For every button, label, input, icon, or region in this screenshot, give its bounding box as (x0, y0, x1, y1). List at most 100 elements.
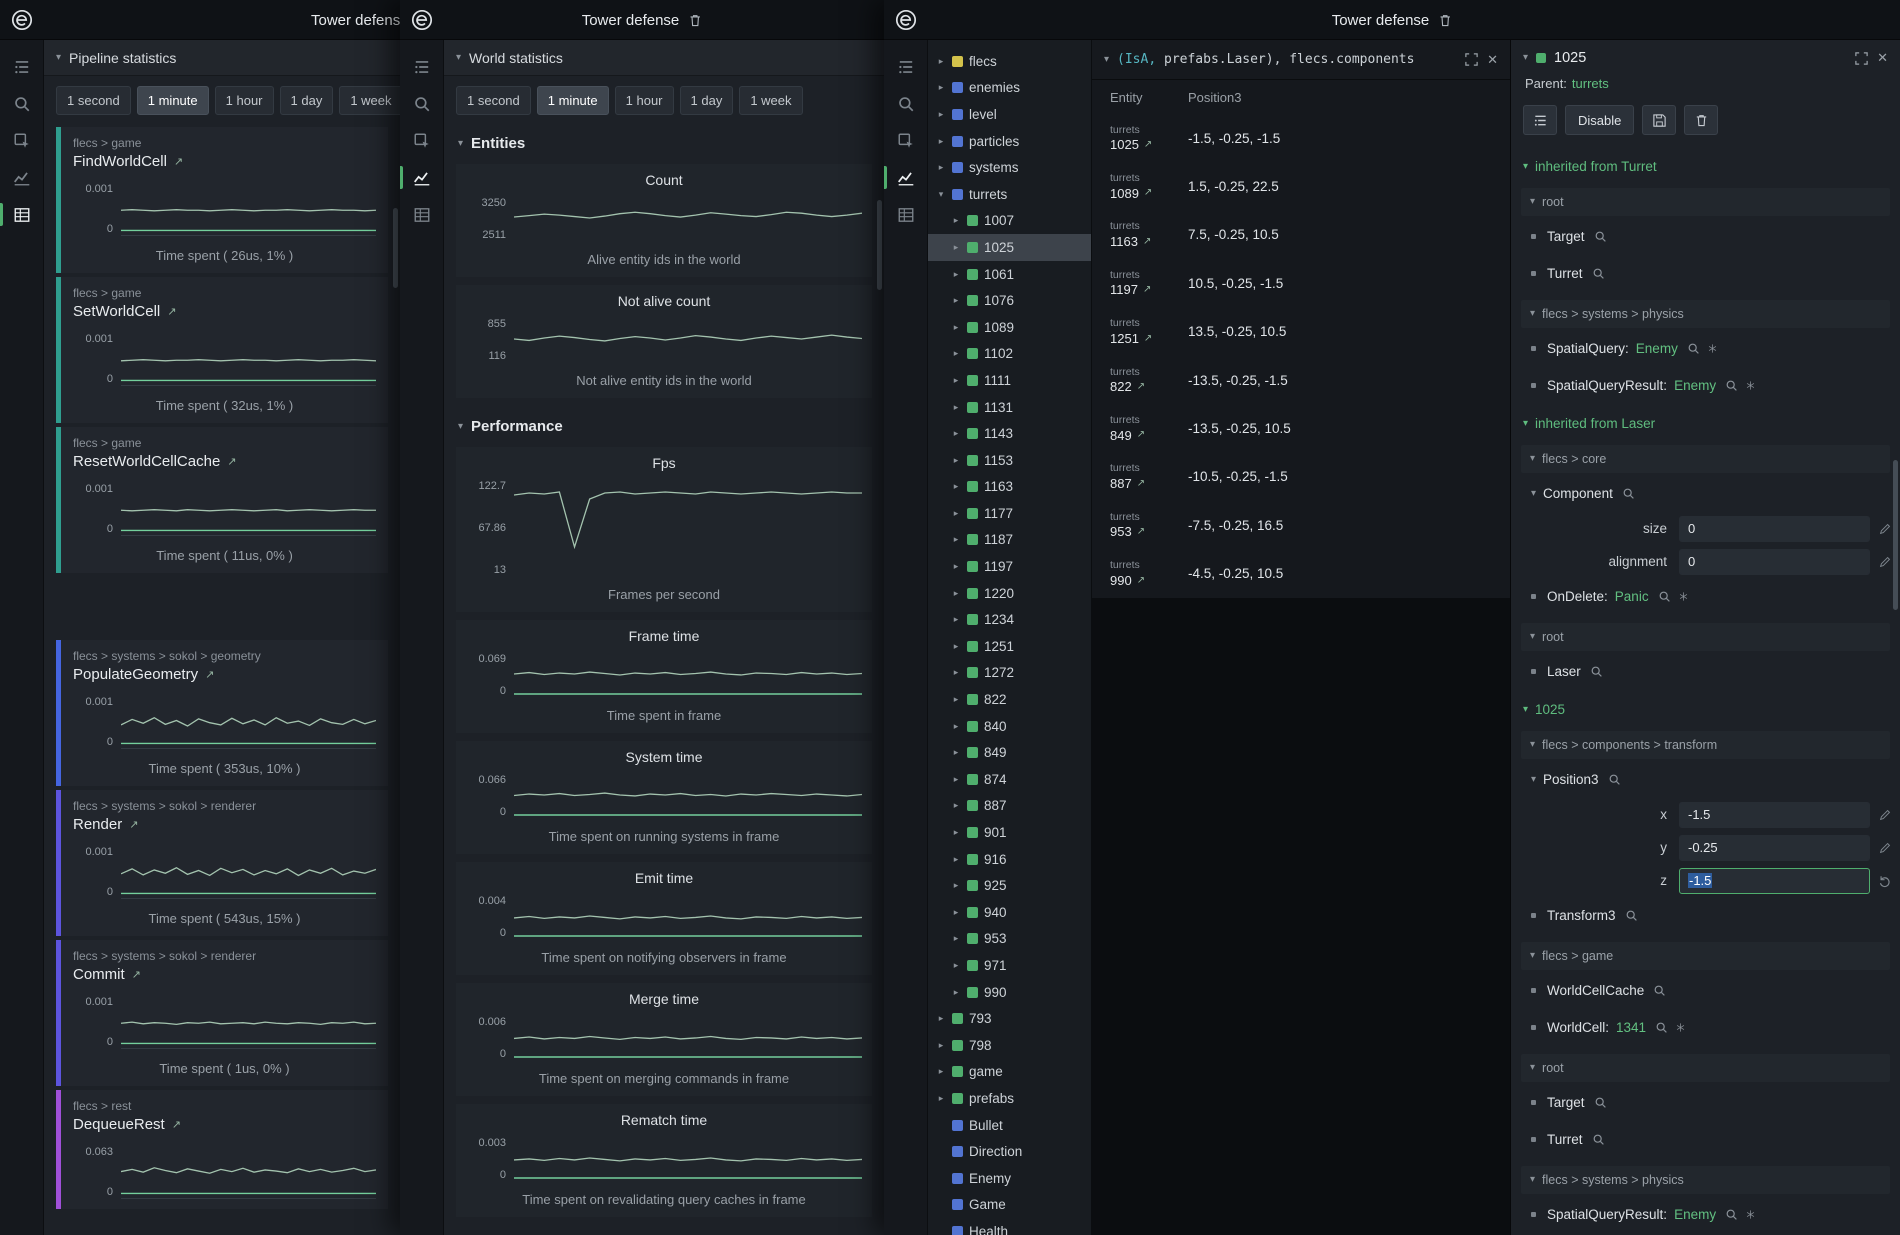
tree-item-1197[interactable]: ▸1197 (928, 553, 1091, 580)
tree-item-916[interactable]: ▸916 (928, 846, 1091, 873)
chevron-down-icon[interactable] (456, 53, 461, 63)
component-path-header[interactable]: root (1521, 188, 1890, 216)
expand-arrow-icon[interactable]: ▸ (951, 322, 961, 333)
query-result-row[interactable]: turrets1197↗10.5, -0.25, -1.5 (1092, 259, 1510, 307)
tree-item-1220[interactable]: ▸1220 (928, 580, 1091, 607)
open-system-icon[interactable]: ↗ (172, 1118, 181, 1131)
open-entity-icon[interactable]: ↗ (1143, 284, 1151, 296)
revert-field-icon[interactable] (1878, 874, 1892, 888)
expand-arrow-icon[interactable]: ▸ (951, 641, 961, 652)
component-row[interactable]: Position3 (1511, 761, 1900, 798)
field-input-x[interactable]: -1.5 (1679, 802, 1870, 828)
flecs-logo-icon[interactable] (10, 8, 34, 32)
search-icon[interactable] (1592, 267, 1605, 280)
expand-arrow-icon[interactable]: ▸ (951, 561, 961, 572)
field-input-z[interactable]: -1.5 (1679, 868, 1870, 894)
edit-field-icon[interactable] (1878, 555, 1892, 569)
expand-arrow-icon[interactable]: ▸ (951, 428, 961, 439)
tree-item-953[interactable]: ▸953 (928, 926, 1091, 953)
component-row[interactable]: Transform3 (1511, 897, 1900, 934)
chevron-down-icon[interactable] (1104, 55, 1109, 65)
time-range-1-week[interactable]: 1 week (739, 86, 802, 115)
chevron-down-icon[interactable] (1523, 53, 1528, 63)
tree-item-1153[interactable]: ▸1153 (928, 447, 1091, 474)
expand-arrow-icon[interactable]: ▸ (936, 56, 946, 67)
tree-item-940[interactable]: ▸940 (928, 899, 1091, 926)
expand-arrow-icon[interactable]: ▸ (951, 694, 961, 705)
chevron-down-icon[interactable] (1531, 489, 1536, 499)
expand-arrow-icon[interactable]: ▸ (951, 215, 961, 226)
tree-item-Health[interactable]: Health (928, 1218, 1091, 1235)
chevron-down-icon[interactable] (1523, 162, 1528, 172)
query-result-row[interactable]: turrets849↗-13.5, -0.25, 10.5 (1092, 404, 1510, 452)
expand-arrow-icon[interactable]: ▸ (951, 588, 961, 599)
query-result-row[interactable]: turrets1025↗-1.5, -0.25, -1.5 (1092, 114, 1510, 162)
expand-arrow-icon[interactable]: ▸ (951, 295, 961, 306)
tree-item-793[interactable]: ▸793 (928, 1005, 1091, 1032)
flecs-logo-icon[interactable] (894, 8, 918, 32)
sidebar-tool-select[interactable] (0, 122, 43, 159)
tree-item-game[interactable]: ▸game (928, 1059, 1091, 1086)
expand-arrow-icon[interactable]: ▸ (951, 880, 961, 891)
chevron-down-icon[interactable] (1530, 951, 1535, 961)
tree-item-Direction[interactable]: Direction (928, 1138, 1091, 1165)
query-result-row[interactable]: turrets887↗-10.5, -0.25, -1.5 (1092, 453, 1510, 501)
component-path-header[interactable]: flecs > components > transform (1521, 731, 1890, 759)
sidebar-tool-search[interactable] (0, 85, 43, 122)
field-input-alignment[interactable]: 0 (1679, 549, 1870, 575)
query-input[interactable]: (IsA, prefabs.Laser), flecs.components (1117, 52, 1456, 67)
open-entity-icon[interactable]: ↗ (1137, 381, 1145, 393)
expand-arrow-icon[interactable]: ▸ (936, 109, 946, 120)
search-icon[interactable] (1608, 773, 1621, 786)
tree-item-1131[interactable]: ▸1131 (928, 394, 1091, 421)
tree-item-1007[interactable]: ▸1007 (928, 208, 1091, 235)
scrollbar-thumb[interactable] (877, 200, 882, 290)
tree-item-990[interactable]: ▸990 (928, 979, 1091, 1006)
search-icon[interactable] (1622, 487, 1635, 500)
field-input-size[interactable]: 0 (1679, 516, 1870, 542)
expand-arrow-icon[interactable]: ▸ (951, 747, 961, 758)
tree-item-874[interactable]: ▸874 (928, 766, 1091, 793)
expand-icon[interactable] (1464, 52, 1479, 67)
expand-arrow-icon[interactable]: ▸ (951, 508, 961, 519)
tree-item-1025[interactable]: ▸1025 (928, 234, 1091, 261)
open-entity-icon[interactable]: ↗ (1144, 187, 1152, 199)
open-system-icon[interactable]: ↗ (227, 455, 236, 468)
inspector-section-header[interactable]: 1025 (1511, 690, 1900, 723)
component-path-header[interactable]: flecs > systems > physics (1521, 1166, 1890, 1194)
open-entity-icon[interactable]: ↗ (1143, 236, 1151, 248)
close-icon[interactable] (1877, 50, 1888, 66)
sidebar-tool-tree[interactable] (884, 48, 927, 85)
tree-item-level[interactable]: ▸level (928, 101, 1091, 128)
expand-arrow-icon[interactable]: ▸ (936, 162, 946, 173)
expand-arrow-icon[interactable]: ▸ (936, 82, 946, 93)
sidebar-tool-tree[interactable] (400, 48, 443, 85)
time-range-1-hour[interactable]: 1 hour (215, 86, 274, 115)
expand-arrow-icon[interactable]: ▸ (951, 614, 961, 625)
sidebar-tool-search[interactable] (400, 85, 443, 122)
edit-field-icon[interactable] (1878, 841, 1892, 855)
time-range-1-second[interactable]: 1 second (56, 86, 131, 115)
expand-arrow-icon[interactable]: ▸ (951, 933, 961, 944)
component-path-header[interactable]: root (1521, 1054, 1890, 1082)
expand-arrow-icon[interactable]: ▸ (951, 481, 961, 492)
component-row[interactable]: Target (1511, 1084, 1900, 1121)
search-icon[interactable] (1655, 1021, 1668, 1034)
tree-item-turrets[interactable]: ▾turrets (928, 181, 1091, 208)
search-icon[interactable] (1594, 230, 1607, 243)
time-range-1-second[interactable]: 1 second (456, 86, 531, 115)
search-icon[interactable] (1625, 909, 1638, 922)
tree-item-Bullet[interactable]: Bullet (928, 1112, 1091, 1139)
sidebar-tool-stats[interactable] (884, 196, 927, 233)
chevron-down-icon[interactable] (1523, 705, 1528, 715)
time-range-1-day[interactable]: 1 day (680, 86, 734, 115)
chevron-down-icon[interactable] (1523, 419, 1528, 429)
expand-arrow-icon[interactable]: ▸ (951, 854, 961, 865)
expand-arrow-icon[interactable]: ▸ (951, 534, 961, 545)
chevron-down-icon[interactable] (1530, 454, 1535, 464)
expand-arrow-icon[interactable]: ▾ (936, 189, 946, 200)
open-entity-icon[interactable]: ↗ (1137, 429, 1145, 441)
panel-header[interactable]: Pipeline statistics (44, 40, 400, 76)
component-row[interactable]: WorldCell:1341 (1511, 1009, 1900, 1046)
chevron-down-icon[interactable] (1531, 775, 1536, 785)
